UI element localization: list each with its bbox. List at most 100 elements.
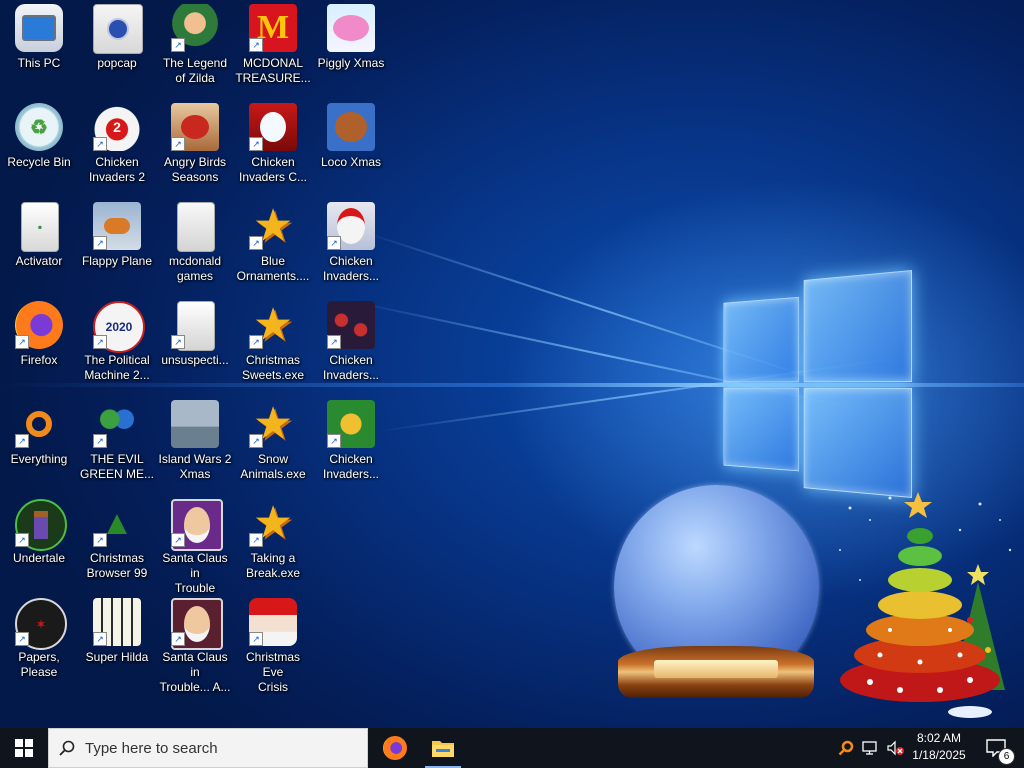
desktop-icon-this-pc[interactable]: This PC [0, 0, 78, 95]
desktop-icon-santa-claus-in-trouble[interactable]: ↗ Santa Claus in Trouble [156, 495, 234, 595]
plane-icon: ↗ [93, 202, 141, 250]
tray-network[interactable] [858, 728, 884, 768]
shortcut-arrow-icon: ↗ [327, 434, 341, 448]
desktop-icon-political-machine[interactable]: 2020 ↗ The Political Machine 2... [78, 297, 156, 392]
desktop-icon-chicken-invaders-green[interactable]: ↗ Chicken Invaders... [312, 396, 390, 491]
shortcut-arrow-icon: ↗ [93, 434, 107, 448]
icon-label: Recycle Bin [7, 155, 71, 169]
mcdonalds-icon: M ↗ [249, 4, 297, 52]
shortcut-arrow-icon: ↗ [327, 236, 341, 250]
icon-label: Super Hilda [85, 650, 149, 664]
windows-logo-wallpaper [723, 270, 912, 500]
desktop-icon-flappy-plane[interactable]: ↗ Flappy Plane [78, 198, 156, 293]
icon-label: Taking a Break.exe [245, 551, 301, 580]
desktop-icon-everything[interactable]: ↗ Everything [0, 396, 78, 491]
desktop-icon-santa-claus-in-trouble-again[interactable]: ↗ Santa Claus in Trouble... A... [156, 594, 234, 694]
shortcut-arrow-icon: ↗ [15, 533, 29, 547]
shortcut-arrow-icon: ↗ [249, 434, 263, 448]
icon-label: Chicken Invaders... [322, 254, 380, 283]
recycle-bin-icon: ♻ [15, 103, 63, 151]
shortcut-arrow-icon: ↗ [15, 434, 29, 448]
icon-label: Santa Claus in Trouble... A... [159, 650, 231, 694]
santa-face-icon: ↗ [249, 598, 297, 646]
chicken-green-icon: ↗ [327, 400, 375, 448]
network-icon [862, 741, 877, 755]
icon-label: MCDONAL TREASURE... [235, 56, 311, 85]
tray-everything-search[interactable] [834, 728, 858, 768]
icon-label: mcdonald games [168, 254, 222, 283]
desktop-icon-snow-animals[interactable]: ★ ↗ Snow Animals.exe [234, 396, 312, 491]
icon-label: Chicken Invaders... [322, 353, 380, 382]
shortcut-arrow-icon: ↗ [249, 632, 263, 646]
undertale-icon: ↗ [15, 499, 67, 551]
desktop[interactable]: This PC popcap ↗ The Legend of Zilda M ↗… [0, 0, 1024, 728]
desktop-icon-mcdonald-games[interactable]: mcdonald games [156, 198, 234, 293]
desktop-icon-recycle-bin[interactable]: ♻ Recycle Bin [0, 99, 78, 194]
icon-label: Undertale [12, 551, 66, 565]
icon-label: Christmas Sweets.exe [241, 353, 305, 382]
desktop-icon-legend-of-zilda[interactable]: ↗ The Legend of Zilda [156, 0, 234, 95]
shortcut-arrow-icon: ↗ [171, 38, 185, 52]
taskbar-clock[interactable]: 8:02 AM 1/18/2025 [906, 730, 972, 764]
tray-volume[interactable] [884, 728, 908, 768]
desktop-icon-christmas-browser[interactable]: ▲ ↗ Christmas Browser 99 [78, 495, 156, 590]
desktop-icon-evil-green-messenger[interactable]: ↗ THE EVIL GREEN ME... [78, 396, 156, 491]
shortcut-arrow-icon: ↗ [249, 236, 263, 250]
desktop-icon-chicken-invaders-ornaments[interactable]: ↗ Chicken Invaders... [312, 297, 390, 392]
snowman-icon: ↗ [249, 103, 297, 151]
desktop-icon-papers-please[interactable]: ✶ ↗ Papers, Please [0, 594, 78, 689]
icon-label: Flappy Plane [81, 254, 153, 268]
shortcut-arrow-icon: ↗ [93, 632, 107, 646]
pixel-cat-icon: ↗ [93, 598, 141, 646]
desktop-icon-chicken-invaders-santa[interactable]: ↗ Chicken Invaders... [312, 198, 390, 293]
ornaments-icon: ↗ [327, 301, 375, 349]
desktop-icon-chicken-invaders-2[interactable]: 2 ↗ Chicken Invaders 2 [78, 99, 156, 194]
christmas-tree-decoration [839, 492, 1012, 718]
desktop-icon-angry-birds-seasons[interactable]: ↗ Angry Birds Seasons [156, 99, 234, 194]
volume-muted-icon [887, 740, 904, 756]
taskbar-app-firefox[interactable] [371, 728, 419, 768]
desktop-icon-super-hilda[interactable]: ↗ Super Hilda [78, 594, 156, 689]
desktop-icon-undertale[interactable]: ↗ Undertale [0, 495, 78, 590]
desktop-icon-activator[interactable]: ▪ Activator [0, 198, 78, 293]
chicken-santa-icon: ↗ [327, 202, 375, 250]
search-placeholder: Type here to search [85, 739, 218, 757]
desktop-icon-mcdonal-treasure[interactable]: M ↗ MCDONAL TREASURE... [234, 0, 312, 95]
desktop-icon-blue-ornaments[interactable]: ★ ↗ Blue Ornaments.... [234, 198, 312, 293]
political-2020-icon: 2020 ↗ [93, 301, 145, 353]
desktop-icon-unsuspecting[interactable]: ↗ unsuspecti... [156, 297, 234, 392]
desktop-icon-taking-a-break[interactable]: ★ ↗ Taking a Break.exe [234, 495, 312, 590]
taskbar-app-file-explorer[interactable] [419, 728, 467, 768]
shortcut-arrow-icon: ↗ [171, 137, 185, 151]
star-icon: ★ ↗ [249, 301, 297, 349]
windows-logo-icon [15, 739, 33, 757]
pig-icon [327, 4, 375, 52]
shortcut-arrow-icon: ↗ [171, 533, 185, 547]
desktop-icon-loco-xmas[interactable]: Loco Xmas [312, 99, 390, 194]
taskbar-search-box[interactable]: Type here to search [48, 728, 368, 768]
icon-label: unsuspecti... [161, 353, 229, 367]
file-icon: ↗ [171, 301, 219, 351]
shortcut-arrow-icon: ↗ [249, 137, 263, 151]
shortcut-arrow-icon: ↗ [93, 137, 107, 151]
logo-pane [723, 387, 800, 472]
computer-icon [15, 4, 63, 52]
firefox-icon [383, 736, 407, 760]
start-button[interactable] [0, 728, 48, 768]
icon-label: Santa Claus in Trouble [162, 551, 228, 595]
folder-icon [171, 202, 219, 252]
shortcut-arrow-icon: ↗ [171, 335, 185, 349]
desktop-icon-chicken-invaders-c[interactable]: ↗ Chicken Invaders C... [234, 99, 312, 194]
notification-count-badge: 6 [998, 748, 1015, 765]
icon-label: This PC [17, 56, 61, 70]
desktop-icon-firefox[interactable]: ↗ Firefox [0, 297, 78, 392]
desktop-icon-piggly-xmas[interactable]: Piggly Xmas [312, 0, 390, 95]
action-center-button[interactable]: 6 [976, 728, 1016, 768]
desktop-icon-christmas-eve-crisis[interactable]: ↗ Christmas Eve Crisis [234, 594, 312, 694]
desktop-icon-christmas-sweets[interactable]: ★ ↗ Christmas Sweets.exe [234, 297, 312, 392]
santa-icon: ↗ [171, 598, 223, 650]
icon-label: Snow Animals.exe [240, 452, 306, 481]
icon-label: Activator [15, 254, 63, 268]
desktop-icon-island-wars[interactable]: Island Wars 2 Xmas [156, 396, 234, 491]
desktop-icon-popcap[interactable]: popcap [78, 0, 156, 95]
